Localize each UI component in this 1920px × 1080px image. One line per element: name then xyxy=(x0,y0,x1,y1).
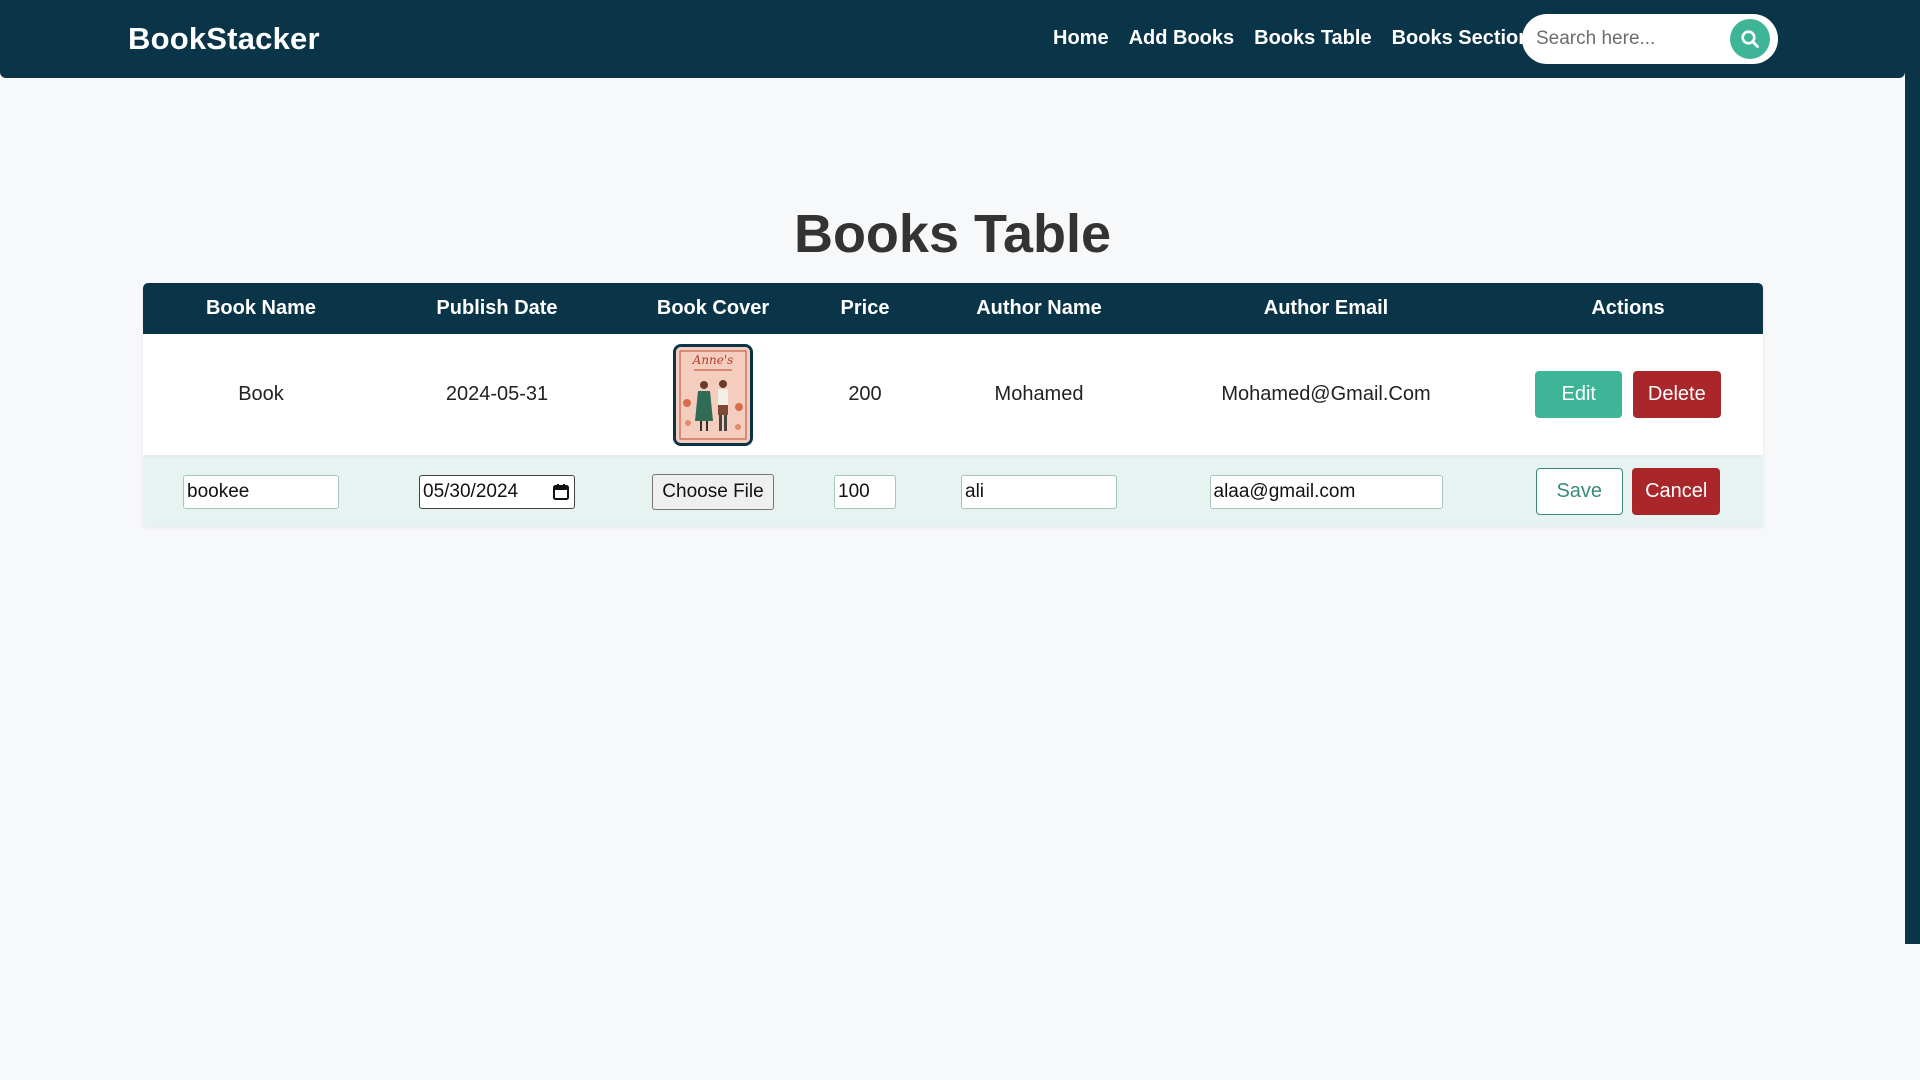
header-price: Price xyxy=(840,297,890,319)
book-name-field[interactable] xyxy=(183,474,339,509)
search-box xyxy=(1522,14,1778,64)
edit-button[interactable]: Edit xyxy=(1535,371,1623,418)
scrollbar-track[interactable] xyxy=(1905,0,1920,1080)
page-title: Books Table xyxy=(793,204,1112,264)
book-cover-illustration: Anne's xyxy=(676,346,750,443)
edit-cell-book-cover: Choose File xyxy=(615,456,811,526)
author-name-field[interactable] xyxy=(961,474,1117,509)
header-actions: Actions xyxy=(1591,297,1665,319)
search-icon xyxy=(1741,30,1759,48)
cell-book-cover: Anne's xyxy=(615,334,811,456)
choose-file-button[interactable]: Choose File xyxy=(652,473,774,510)
navbar: BookStacker Home Add Books Books Table B… xyxy=(0,0,1905,78)
author-email-field[interactable] xyxy=(1209,474,1443,509)
publish-date-field[interactable]: 05/30/2024 xyxy=(419,474,575,509)
cell-author-email: Mohamed@Gmail.Com xyxy=(1221,383,1431,405)
edit-cell-book-name xyxy=(143,456,379,526)
page: BookStacker Home Add Books Books Table B… xyxy=(0,0,1905,1080)
cell-actions: Edit Delete xyxy=(1493,334,1763,456)
nav-link-books-section[interactable]: Books Section xyxy=(1392,27,1531,50)
edit-cell-author-name xyxy=(919,456,1159,526)
cell-author-name: Mohamed xyxy=(994,383,1084,405)
nav-link-add-books[interactable]: Add Books xyxy=(1129,27,1235,50)
edit-cell-publish-date: 05/30/2024 xyxy=(379,456,615,526)
table-row: Book 2024-05-31 Anne's 200 Mohamed Moham… xyxy=(143,334,1763,456)
save-button[interactable]: Save xyxy=(1535,468,1623,515)
book-cover-image: Anne's xyxy=(673,343,753,446)
scrollbar-thumb[interactable] xyxy=(1905,0,1920,944)
header-book-cover: Book Cover xyxy=(656,297,770,319)
price-field[interactable] xyxy=(834,474,896,509)
edit-cell-author-email xyxy=(1159,456,1493,526)
file-input: Choose File xyxy=(651,473,775,510)
publish-date-value: 05/30/2024 xyxy=(423,480,519,502)
search-input[interactable] xyxy=(1536,24,1716,54)
edit-cell-price xyxy=(811,456,919,526)
calendar-icon[interactable] xyxy=(552,483,570,501)
search-button[interactable] xyxy=(1730,19,1770,59)
delete-button[interactable]: Delete xyxy=(1632,371,1721,418)
cell-price: 200 xyxy=(848,383,882,405)
cancel-button[interactable]: Cancel xyxy=(1632,468,1721,515)
nav-links: Home Add Books Books Table Books Section xyxy=(1053,27,1551,50)
nav-link-home[interactable]: Home xyxy=(1053,27,1109,50)
header-author-name: Author Name xyxy=(976,297,1102,319)
cell-publish-date: 2024-05-31 xyxy=(445,383,549,405)
svg-text:Anne's: Anne's xyxy=(692,353,734,367)
brand-logo[interactable]: BookStacker xyxy=(128,21,320,57)
books-table: Book Name Publish Date Book Cover Price … xyxy=(143,283,1763,526)
table-header-row: Book Name Publish Date Book Cover Price … xyxy=(143,283,1763,334)
edit-row: 05/30/2024 Choose File xyxy=(143,456,1763,526)
header-author-email: Author Email xyxy=(1263,297,1389,319)
cell-book-name: Book xyxy=(238,383,284,405)
header-book-name: Book Name xyxy=(205,297,317,319)
nav-link-books-table[interactable]: Books Table xyxy=(1254,27,1371,50)
edit-cell-actions: Save Cancel xyxy=(1493,456,1763,526)
header-publish-date: Publish Date xyxy=(436,297,558,319)
